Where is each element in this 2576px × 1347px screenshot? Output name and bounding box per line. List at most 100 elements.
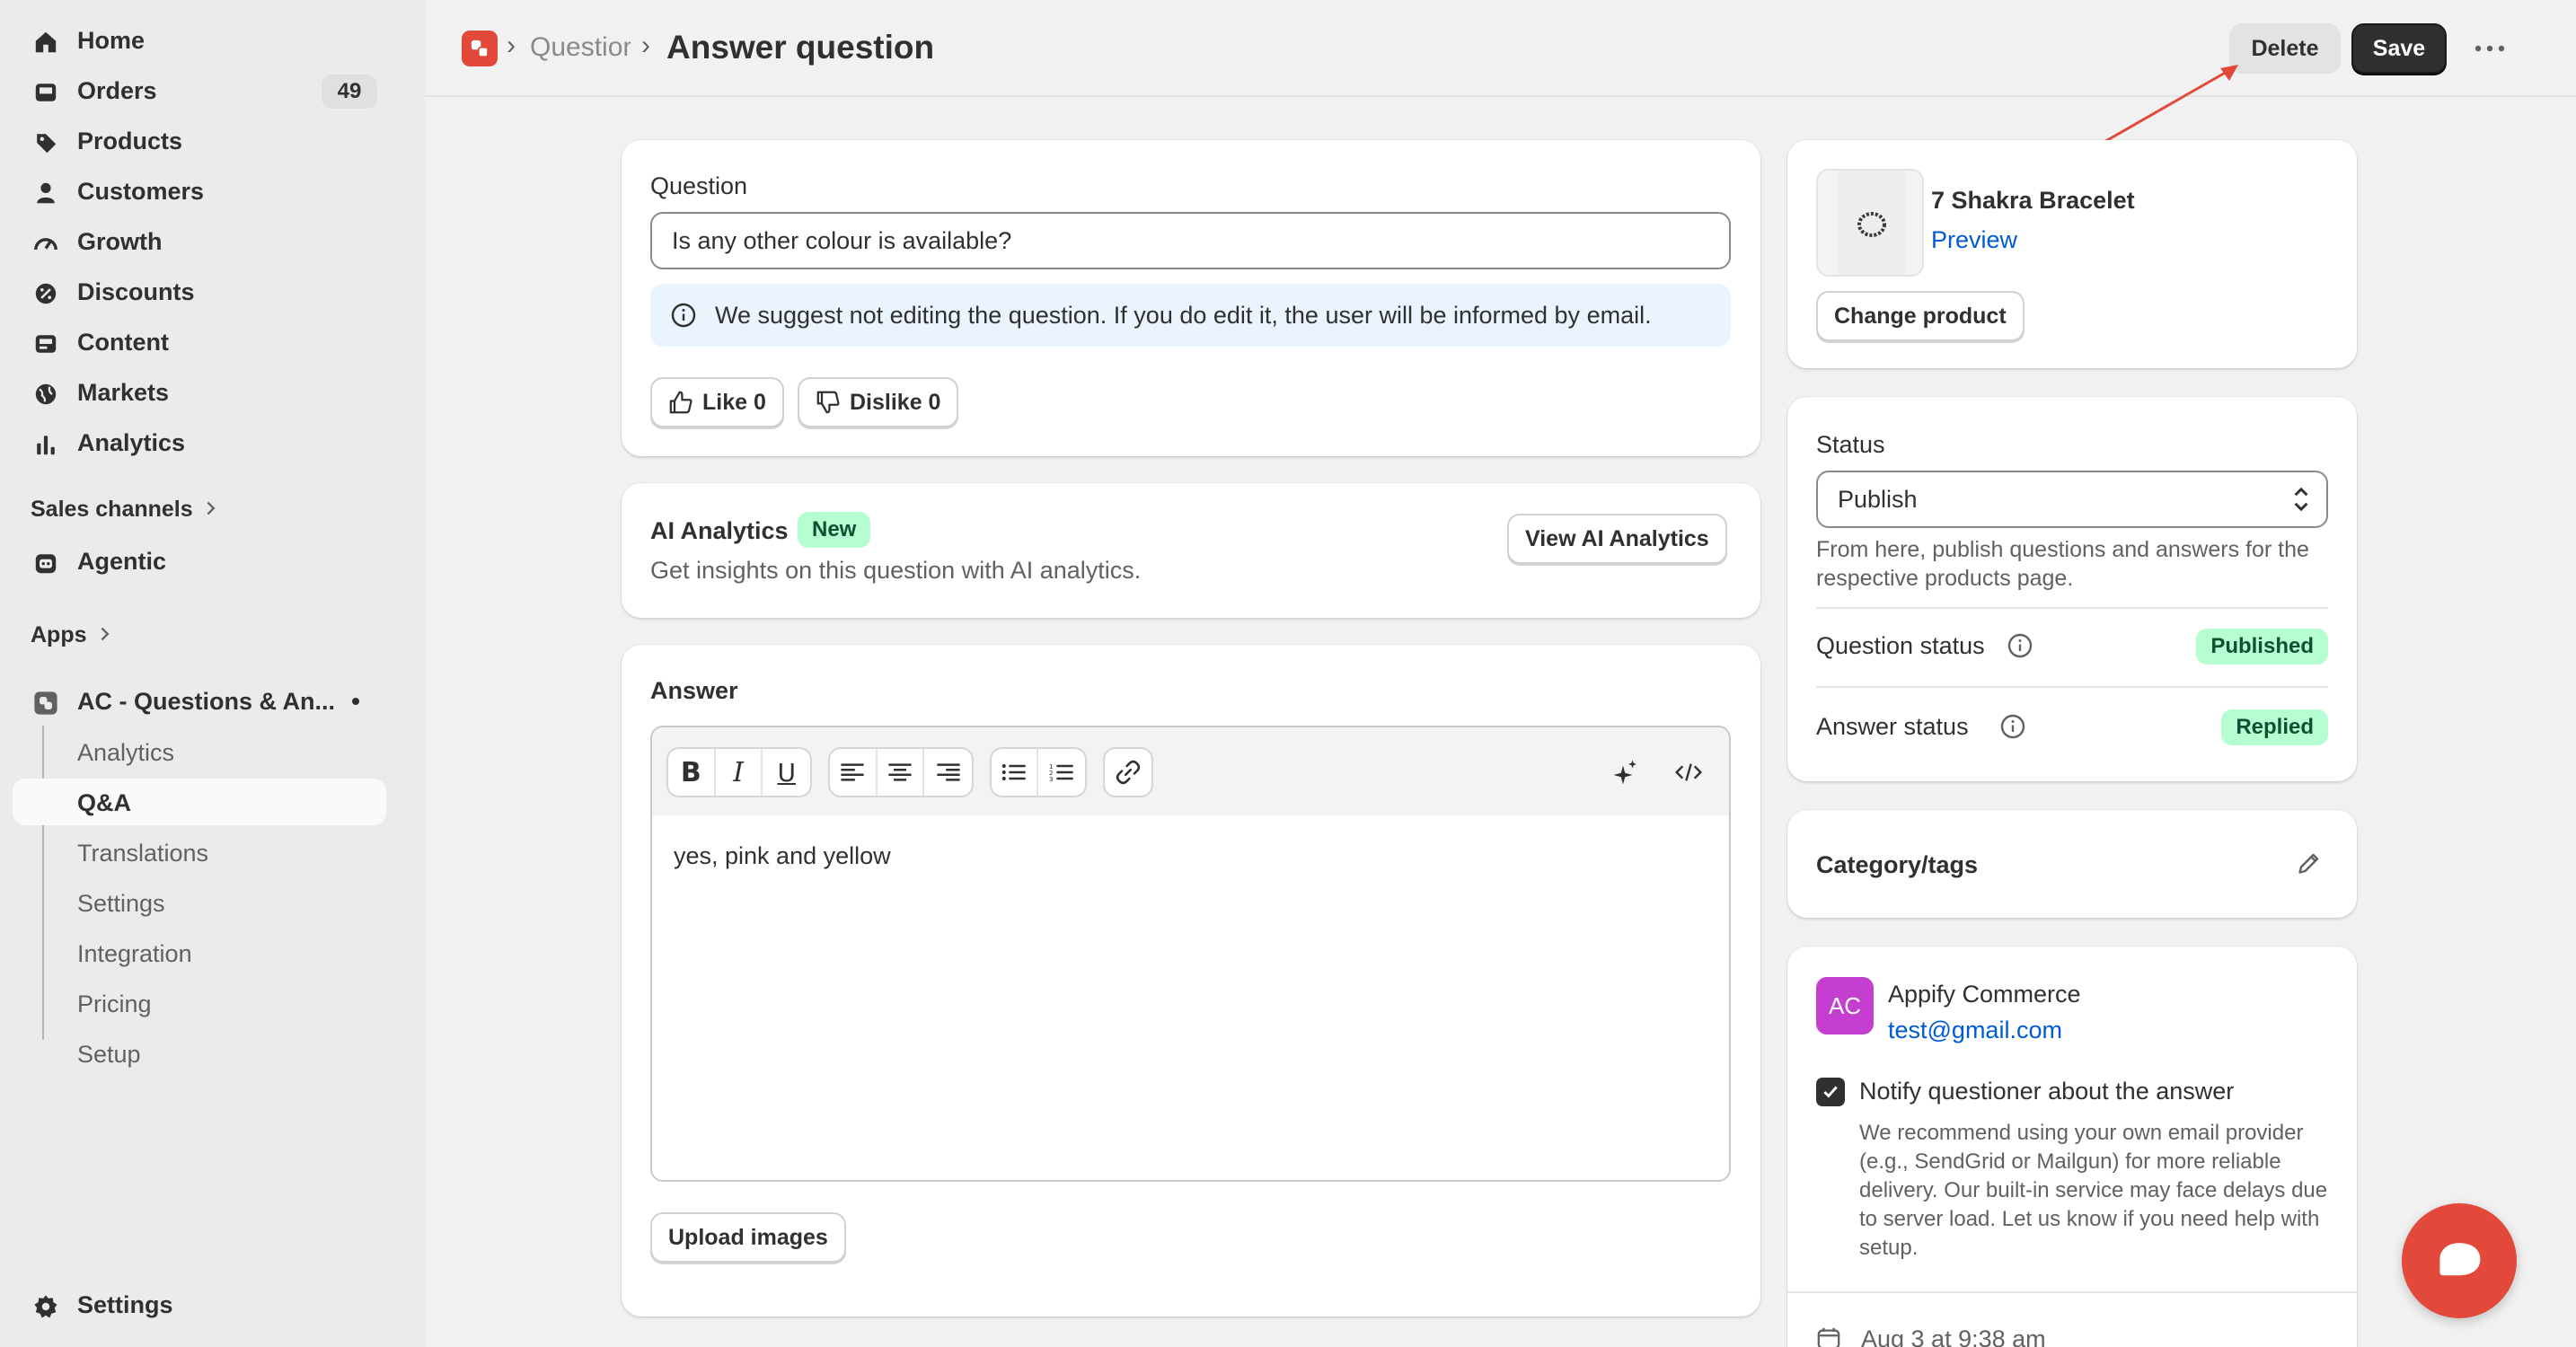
chevron-right-icon	[204, 497, 216, 523]
question-label: Question	[650, 172, 748, 199]
subnav-pricing[interactable]: Pricing	[13, 980, 386, 1026]
status-selected-value: Publish	[1838, 485, 1918, 513]
nav-customers[interactable]: Customers	[13, 168, 386, 215]
notify-help-text: We recommend using your own email provid…	[1859, 1121, 2328, 1260]
answer-status-badge: Replied	[2221, 709, 2328, 745]
person-icon	[32, 180, 59, 207]
delete-button[interactable]: Delete	[2229, 23, 2341, 74]
view-ai-analytics-button[interactable]: View AI Analytics	[1507, 514, 1727, 564]
nav-label: Content	[77, 328, 169, 356]
check-icon	[1823, 1086, 1838, 1098]
pencil-icon[interactable]	[2296, 850, 2323, 881]
nav-content[interactable]: Content	[13, 319, 386, 365]
home-icon	[32, 29, 59, 56]
info-banner: We suggest not editing the question. If …	[650, 284, 1731, 347]
nav-label: Markets	[77, 378, 170, 406]
question-input[interactable]: Is any other colour is available?	[650, 212, 1731, 269]
notify-checkbox[interactable]	[1816, 1078, 1845, 1106]
sales-channels-heading[interactable]: Sales channels	[31, 497, 216, 523]
ai-sparkle-icon[interactable]	[1608, 754, 1644, 790]
nav-analytics[interactable]: Analytics	[13, 419, 386, 466]
category-title: Category/tags	[1816, 851, 1979, 878]
subnav-setup[interactable]: Setup	[13, 1030, 386, 1077]
answer-status-label: Answer status	[1816, 713, 1969, 740]
gauge-icon	[32, 230, 59, 257]
bold-icon[interactable]: B	[668, 749, 716, 796]
like-button[interactable]: Like 0	[650, 377, 784, 427]
code-view-icon[interactable]	[1671, 754, 1707, 790]
divider	[1816, 607, 2328, 609]
calendar-icon	[1816, 1325, 1841, 1347]
nav-growth[interactable]: Growth	[13, 218, 386, 265]
product-thumbnail[interactable]	[1816, 169, 1924, 277]
app-logo-icon[interactable]	[462, 31, 498, 66]
customer-email[interactable]: test@gmail.com	[1888, 1017, 2062, 1044]
nav-settings[interactable]: Settings	[13, 1281, 386, 1328]
discount-icon	[32, 280, 59, 307]
avatar: AC	[1816, 977, 1874, 1034]
editor-toolbar	[652, 727, 1729, 815]
align-left-icon[interactable]	[830, 749, 878, 796]
italic-icon[interactable]: I	[716, 749, 763, 796]
preview-link[interactable]: Preview	[1931, 226, 2017, 254]
nav-label: Agentic	[77, 547, 167, 575]
apps-heading[interactable]: Apps	[31, 622, 110, 648]
dislike-button[interactable]: Dislike 0	[798, 377, 959, 427]
nav-label: Customers	[77, 177, 205, 205]
nav-orders[interactable]: Orders 49	[13, 67, 386, 114]
chat-button[interactable]	[2402, 1203, 2517, 1318]
change-product-button[interactable]: Change product	[1816, 291, 2025, 341]
select-chevron-icon	[2292, 485, 2310, 520]
nav-home[interactable]: Home	[13, 17, 386, 64]
like-label: Like 0	[702, 389, 766, 415]
nav-label: Orders	[77, 76, 157, 104]
nav-markets[interactable]: Markets	[13, 369, 386, 416]
chevron-right-icon: ›	[507, 31, 516, 60]
bar-chart-icon	[32, 431, 59, 458]
nav-products[interactable]: Products	[13, 118, 386, 164]
status-select[interactable]: Publish	[1816, 471, 2328, 528]
nav-label: Products	[77, 127, 183, 154]
product-card: 7 Shakra Bracelet Preview Change product	[1787, 140, 2357, 368]
nav-discounts[interactable]: Discounts	[13, 269, 386, 315]
save-button[interactable]: Save	[2351, 23, 2447, 74]
inbox-icon	[32, 79, 59, 106]
upload-images-button[interactable]: Upload images	[650, 1212, 846, 1263]
editor-area[interactable]: yes, pink and yellow	[652, 815, 1729, 1180]
sales-channels-label: Sales channels	[31, 497, 193, 522]
svg-text:3: 3	[1049, 776, 1053, 783]
align-center-icon[interactable]	[878, 749, 925, 796]
divider	[1816, 686, 2328, 688]
format-group: B I U	[666, 747, 812, 797]
more-actions-icon[interactable]	[2472, 36, 2508, 61]
subnav-analytics[interactable]: Analytics	[13, 728, 386, 775]
subnav-qa[interactable]: Q&A	[13, 779, 386, 825]
question-card: Question Is any other colour is availabl…	[622, 140, 1760, 456]
notify-label[interactable]: Notify questioner about the answer	[1859, 1078, 2234, 1105]
link-icon[interactable]	[1105, 749, 1151, 796]
subnav-translations[interactable]: Translations	[13, 829, 386, 876]
link-group	[1103, 747, 1153, 797]
align-right-icon[interactable]	[924, 749, 972, 796]
question-status-label: Question status	[1816, 632, 1985, 659]
list-group: 123	[990, 747, 1087, 797]
bullet-list-icon[interactable]	[992, 749, 1039, 796]
dot-indicator	[352, 698, 359, 705]
numbered-list-icon[interactable]: 123	[1038, 749, 1085, 796]
info-icon[interactable]	[2007, 632, 2033, 664]
nav-app-qa[interactable]: AC - Questions & An...	[13, 678, 386, 725]
chevron-right-icon	[98, 622, 110, 648]
sidebar: Home Orders 49 Products Customers Growth…	[0, 0, 425, 1347]
underline-icon[interactable]: U	[763, 749, 810, 796]
subnav-settings[interactable]: Settings	[13, 879, 386, 926]
apps-label: Apps	[31, 622, 87, 647]
question-date: Aug 3 at 9:38 am	[1861, 1325, 2046, 1347]
info-icon[interactable]	[1999, 713, 2026, 744]
subnav-label: Setup	[77, 1041, 141, 1068]
customer-card: AC Appify Commerce test@gmail.com Notify…	[1787, 946, 2357, 1347]
breadcrumb-questions[interactable]: Questions	[530, 32, 631, 63]
subnav-label: Settings	[77, 890, 165, 917]
subnav-integration[interactable]: Integration	[13, 929, 386, 976]
nav-agentic[interactable]: Agentic	[13, 538, 386, 585]
info-icon	[670, 302, 697, 329]
